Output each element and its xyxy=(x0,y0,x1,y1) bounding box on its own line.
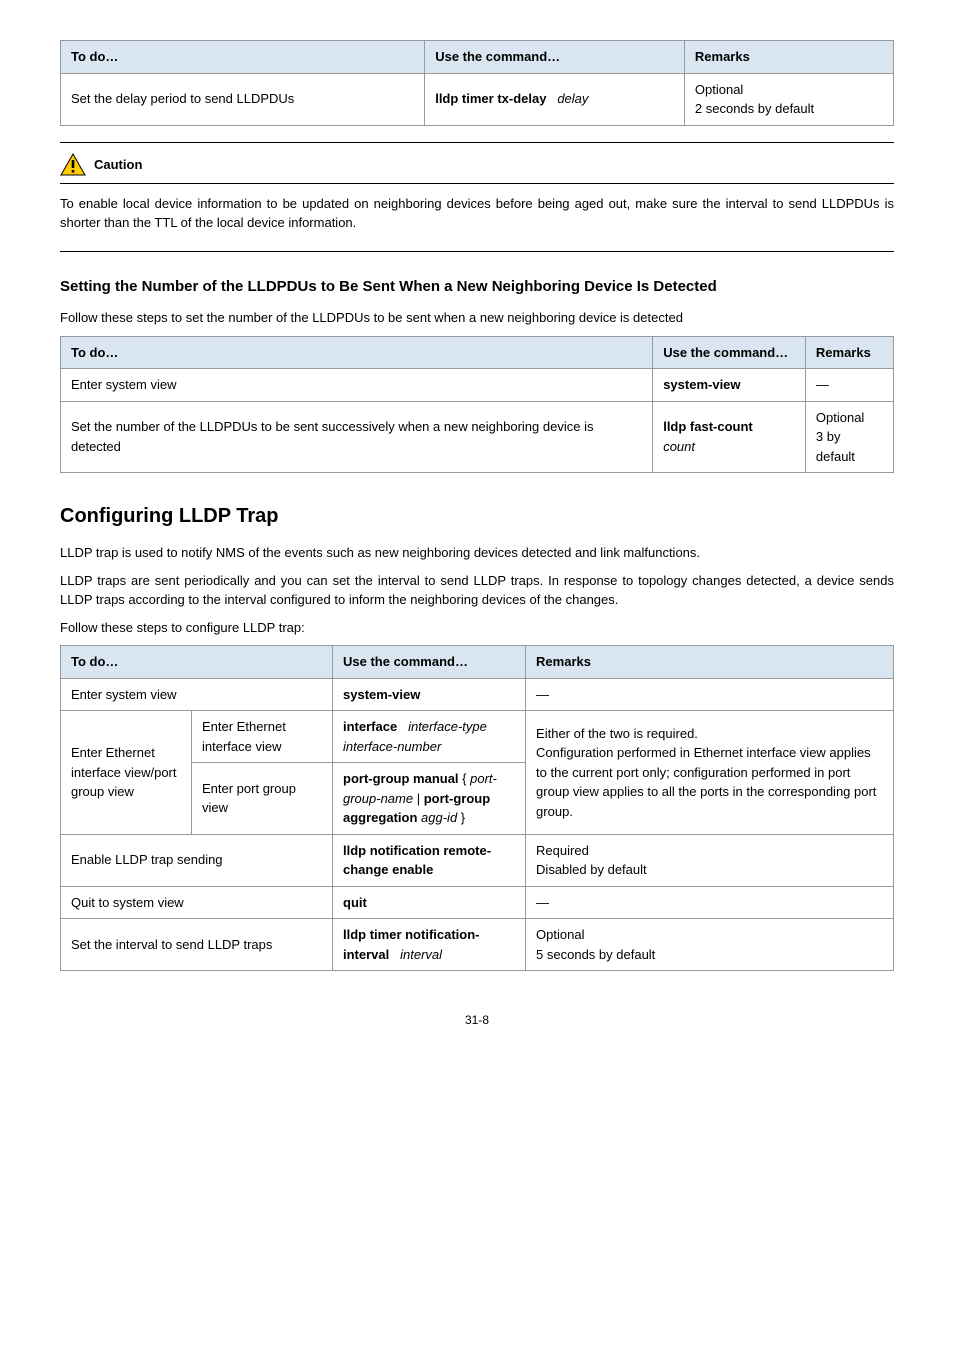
cell-desc: Enter port group view xyxy=(192,763,333,835)
divider xyxy=(60,251,894,252)
cell-cmd: quit xyxy=(333,886,526,919)
cmd-arg: count xyxy=(663,439,695,454)
remark-line: Optional xyxy=(695,80,883,100)
col-header: To do… xyxy=(61,41,425,74)
cmd-bold: lldp notification remote-change enable xyxy=(343,843,491,878)
section-paragraph: Follow these steps to configure LLDP tra… xyxy=(60,618,894,638)
remark-line: Either of the two is required. xyxy=(536,724,883,744)
remark-line: 3 by default xyxy=(816,427,883,466)
cmd-bold: interface xyxy=(343,719,397,734)
table-row: Set the interval to send LLDP traps lldp… xyxy=(61,919,894,971)
divider xyxy=(60,183,894,184)
cell-desc: Enter system view xyxy=(61,369,653,402)
col-header: Use the command… xyxy=(425,41,685,74)
cell-cmd: port-group manual { port-group-name | po… xyxy=(333,763,526,835)
col-header: Remarks xyxy=(684,41,893,74)
caution-label: Caution xyxy=(94,155,142,175)
remark-line: Required xyxy=(536,841,883,861)
caution-icon xyxy=(60,153,86,177)
cmd-bold: lldp timer tx-delay xyxy=(435,91,546,106)
cell-desc: Set the number of the LLDPDUs to be sent… xyxy=(61,401,653,473)
cell-desc: Quit to system view xyxy=(61,886,333,919)
section-title: Configuring LLDP Trap xyxy=(60,501,894,531)
cell-desc: Enable LLDP trap sending xyxy=(61,834,333,886)
table-lldp-trap: To do… Use the command… Remarks Enter sy… xyxy=(60,645,894,971)
col-header: To do… xyxy=(61,646,333,679)
remark-line: Disabled by default xyxy=(536,860,883,880)
col-header: Use the command… xyxy=(653,336,806,369)
cell-desc: Enter system view xyxy=(61,678,333,711)
remark-line: 2 seconds by default xyxy=(695,99,883,119)
cmd-bold: quit xyxy=(343,895,367,910)
table-delay-period: To do… Use the command… Remarks Set the … xyxy=(60,40,894,126)
cell-remark: Either of the two is required. Configura… xyxy=(526,711,894,835)
cell-cmd: system-view xyxy=(333,678,526,711)
cmd-arg: interval xyxy=(400,947,442,962)
caution-text: To enable local device information to be… xyxy=(60,194,894,233)
table-row: Enter system view system-view — xyxy=(61,678,894,711)
cmd-arg: delay xyxy=(557,91,588,106)
divider xyxy=(60,142,894,143)
cell-group: Enter Ethernet interface view/port group… xyxy=(61,711,192,835)
remark-line: Configuration performed in Ethernet inte… xyxy=(536,743,883,821)
cell-cmd: interface interface-type interface-numbe… xyxy=(333,711,526,763)
table-row: Enter Ethernet interface view/port group… xyxy=(61,711,894,763)
cell-desc: Set the delay period to send LLDPDUs xyxy=(61,73,425,125)
cell-cmd: lldp timer notification-interval interva… xyxy=(333,919,526,971)
remark-line: Optional xyxy=(536,925,883,945)
cell-remark: — xyxy=(526,678,894,711)
table-row: Enable LLDP trap sending lldp notificati… xyxy=(61,834,894,886)
cell-desc: Set the interval to send LLDP traps xyxy=(61,919,333,971)
section-paragraph: LLDP traps are sent periodically and you… xyxy=(60,571,894,610)
remark-line: 5 seconds by default xyxy=(536,945,883,965)
cmd-bold: system-view xyxy=(663,377,740,392)
table-row: Set the number of the LLDPDUs to be sent… xyxy=(61,401,894,473)
cell-cmd: lldp notification remote-change enable xyxy=(333,834,526,886)
subsection-title: Setting the Number of the LLDPDUs to Be … xyxy=(60,276,894,299)
col-header: Remarks xyxy=(805,336,893,369)
cmd-bold: port-group manual xyxy=(343,771,459,786)
table-row: Quit to system view quit — xyxy=(61,886,894,919)
cmd-arg: agg-id xyxy=(421,810,457,825)
cell-cmd: system-view xyxy=(653,369,806,402)
intro-text: Follow these steps to set the number of … xyxy=(60,308,894,328)
table-lldpdu-count: To do… Use the command… Remarks Enter sy… xyxy=(60,336,894,474)
col-header: Use the command… xyxy=(333,646,526,679)
cell-remark: — xyxy=(526,886,894,919)
cell-remark: Required Disabled by default xyxy=(526,834,894,886)
col-header: To do… xyxy=(61,336,653,369)
table-row: Enter system view system-view — xyxy=(61,369,894,402)
page-number: 31-8 xyxy=(60,1011,894,1029)
col-header: Remarks xyxy=(526,646,894,679)
cmd-bold: lldp fast-count xyxy=(663,419,753,434)
cell-remark: Optional 2 seconds by default xyxy=(684,73,893,125)
table-row: Set the delay period to send LLDPDUs lld… xyxy=(61,73,894,125)
cell-remark: Optional 5 seconds by default xyxy=(526,919,894,971)
cell-remark: — xyxy=(805,369,893,402)
remark-line: Optional xyxy=(816,408,883,428)
cell-cmd: lldp timer tx-delay delay xyxy=(425,73,685,125)
cell-remark: Optional 3 by default xyxy=(805,401,893,473)
cell-desc: Enter Ethernet interface view xyxy=(192,711,333,763)
cell-cmd: lldp fast-count count xyxy=(653,401,806,473)
section-paragraph: LLDP trap is used to notify NMS of the e… xyxy=(60,543,894,563)
cmd-bold: system-view xyxy=(343,687,420,702)
